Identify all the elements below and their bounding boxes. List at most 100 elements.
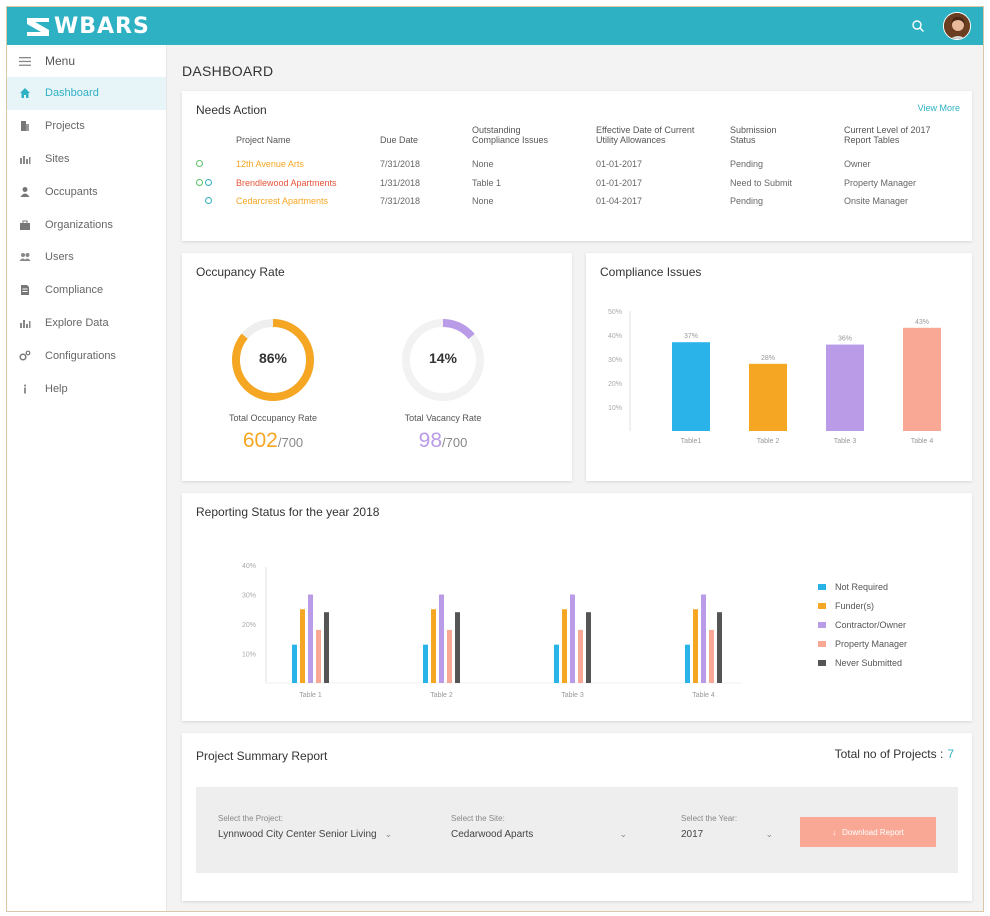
project-name-link[interactable]: Brendlewood Apartments — [236, 174, 380, 193]
occupancy-label: Total Occupancy Rate — [228, 413, 318, 423]
sidebar-item-label: Configurations — [45, 349, 116, 362]
col-compliance-issues[interactable]: Outstanding Compliance Issues — [472, 125, 596, 155]
sidebar-item-configurations[interactable]: Configurations — [7, 339, 166, 372]
effective-date: 01-04-2017 — [596, 196, 643, 207]
bar[interactable] — [439, 594, 444, 684]
bar[interactable] — [826, 344, 864, 431]
due-date: 7/31/2018 — [380, 159, 421, 170]
col-effective-date[interactable]: Effective Date of Current Utility Allowan… — [596, 125, 730, 155]
project-select[interactable]: Select the Project: Lynnwood City Center… — [218, 814, 392, 840]
total-projects-label: Total no of Projects : — [834, 747, 944, 761]
status-dot-icon — [205, 178, 212, 186]
download-report-button[interactable]: ↓ Download Report — [800, 817, 936, 847]
table-row[interactable]: Cedarcrest Apartments 7/31/2018 None 01-… — [196, 192, 974, 211]
bar[interactable] — [701, 594, 706, 684]
col-project-name[interactable]: Project Name — [236, 125, 380, 155]
vacancy-label: Total Vacancy Rate — [404, 413, 482, 423]
menu-toggle[interactable]: Menu — [7, 45, 166, 77]
bar[interactable] — [570, 594, 575, 684]
bar[interactable] — [586, 612, 591, 683]
avatar[interactable] — [943, 12, 971, 40]
bar[interactable] — [447, 629, 452, 683]
occupancy-title: Occupancy Rate — [196, 265, 285, 279]
bar[interactable] — [431, 609, 436, 683]
sidebar: Menu Dashboard Projects Sites Occupants … — [7, 45, 167, 911]
document-icon — [21, 285, 29, 296]
sidebar-item-occupants[interactable]: Occupants — [7, 175, 166, 208]
y-tick-label: 50% — [608, 309, 622, 316]
needs-action-title: Needs Action — [196, 103, 267, 117]
vacancy-count: 98/700 — [368, 429, 518, 453]
bar[interactable] — [578, 629, 583, 683]
logo-text: WBARS — [54, 14, 150, 39]
project-name-link[interactable]: 12th Avenue Arts — [236, 155, 380, 174]
sidebar-item-sites[interactable]: Sites — [7, 143, 166, 176]
col-icons — [196, 125, 236, 155]
chevron-down-icon: ⌄ — [384, 829, 393, 839]
sidebar-item-organizations[interactable]: Organizations — [7, 208, 166, 241]
bar[interactable] — [324, 612, 329, 683]
bar[interactable] — [300, 609, 305, 683]
year-select[interactable]: Select the Year: 2017 ⌄ — [681, 814, 773, 840]
bar-value-label: 28% — [761, 355, 775, 362]
row-status-icons — [196, 155, 236, 174]
site-select-label: Select the Site: — [451, 814, 505, 823]
occupancy-count: 602/700 — [198, 429, 348, 453]
site-select[interactable]: Select the Site: Cedarwood Aparts ⌄ — [451, 814, 627, 840]
bar[interactable] — [423, 644, 428, 683]
site-select-value: Cedarwood Aparts — [451, 829, 534, 840]
bar[interactable] — [455, 612, 460, 683]
status-dot-icon — [196, 178, 203, 186]
bar[interactable] — [308, 594, 313, 684]
bar[interactable] — [672, 342, 710, 431]
sidebar-item-dashboard[interactable]: Dashboard — [7, 77, 166, 110]
y-tick-label: 30% — [242, 593, 256, 600]
project-select-value: Lynnwood City Center Senior Living — [218, 829, 377, 840]
bar[interactable] — [749, 363, 787, 431]
sidebar-item-help[interactable]: Help — [7, 372, 166, 405]
compliance-issues: Table 1 — [472, 177, 502, 188]
person-icon — [20, 186, 30, 197]
bar[interactable] — [554, 644, 559, 683]
col-submission-status[interactable]: Submission Status — [730, 125, 844, 155]
occupied-units: 602 — [242, 429, 278, 452]
table-row[interactable]: 12th Avenue Arts 7/31/2018 None 01-01-20… — [196, 155, 974, 174]
logo[interactable]: WBARS — [27, 14, 150, 39]
bar[interactable] — [685, 644, 690, 683]
status-dot-icon — [196, 160, 203, 168]
legend-swatch — [818, 659, 826, 666]
submission-status: Pending — [730, 159, 764, 170]
y-tick-label: 20% — [242, 622, 256, 629]
bar[interactable] — [562, 609, 567, 683]
sidebar-item-compliance[interactable]: Compliance — [7, 274, 166, 307]
status-dot-icon — [205, 197, 212, 205]
effective-date: 01-01-2017 — [596, 177, 643, 188]
project-name-link[interactable]: Cedarcrest Apartments — [236, 192, 380, 211]
table-row[interactable]: Brendlewood Apartments 1/31/2018 Table 1… — [196, 174, 974, 193]
needs-action-card: Needs Action View More Project Name Due … — [182, 91, 972, 241]
download-icon: ↓ — [832, 827, 837, 837]
sidebar-item-projects[interactable]: Projects — [7, 110, 166, 143]
bar[interactable] — [316, 629, 321, 683]
bar[interactable] — [717, 612, 722, 683]
sidebar-item-users[interactable]: Users — [7, 241, 166, 274]
project-select-label: Select the Project: — [218, 814, 283, 823]
bar[interactable] — [292, 644, 297, 683]
project-summary-title: Project Summary Report — [196, 749, 328, 763]
sidebar-item-label: Explore Data — [45, 316, 109, 329]
bar[interactable] — [903, 327, 941, 431]
y-tick-label: 20% — [608, 381, 622, 388]
search-icon[interactable] — [911, 19, 925, 33]
building-icon — [21, 121, 29, 132]
col-due-date[interactable]: Due Date — [380, 125, 472, 155]
view-more-link[interactable]: View More — [918, 103, 960, 113]
col-report-level[interactable]: Current Level of 2017 Report Tables — [844, 125, 974, 155]
compliance-issues: None — [472, 159, 494, 170]
sidebar-item-explore-data[interactable]: Explore Data — [7, 307, 166, 340]
effective-date: 01-01-2017 — [596, 159, 643, 170]
bar[interactable] — [693, 609, 698, 683]
bar[interactable] — [709, 629, 714, 683]
needs-action-table: Project Name Due Date Outstanding Complia… — [196, 125, 974, 211]
reporting-legend: Not Required Funder(s) Contractor/Owner … — [818, 577, 907, 672]
total-projects: Total no of Projects :7 — [835, 747, 954, 761]
